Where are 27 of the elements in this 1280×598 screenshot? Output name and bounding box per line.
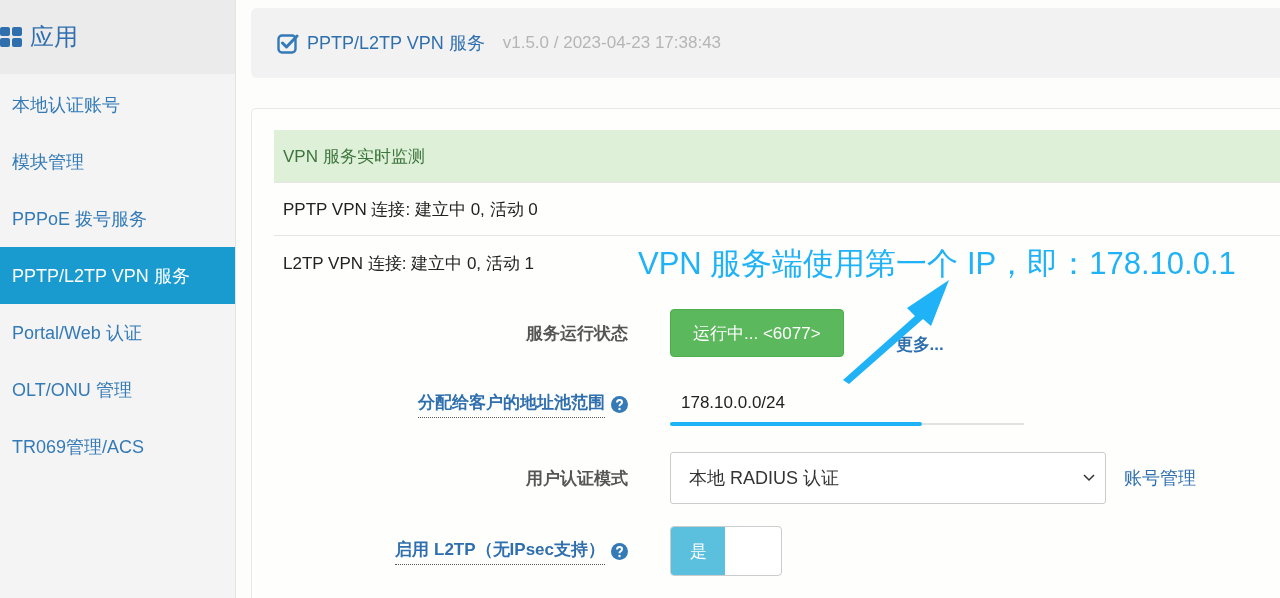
chevron-down-icon xyxy=(1083,474,1095,482)
account-link[interactable]: 账号管理 xyxy=(1124,466,1196,490)
sidebar-item[interactable]: PPTP/L2TP VPN 服务 xyxy=(0,247,235,304)
sidebar-item[interactable]: Portal/Web 认证 xyxy=(0,304,235,361)
monitor-heading: VPN 服务实时监测 xyxy=(274,130,1280,182)
more-link[interactable]: 更多... xyxy=(895,332,944,356)
monitor-row: PPTP VPN 连接: 建立中 0, 活动 0 xyxy=(274,182,1280,235)
help-label: 启用 L2TP（无IPsec支持） xyxy=(395,537,605,565)
sidebar-item[interactable]: PPPoE 拨号服务 xyxy=(0,190,235,247)
field-label: 用户认证模式 xyxy=(526,467,628,490)
input-field[interactable]: 178.10.0.0/24 xyxy=(670,383,1022,423)
version-text: v1.5.0 / 2023-04-23 17:38:43 xyxy=(502,33,722,53)
sidebar-item[interactable]: 模块管理 xyxy=(0,133,235,190)
sidebar-item[interactable]: TR069管理/ACS xyxy=(0,418,235,475)
help-label: 分配给客户的地址池范围 xyxy=(418,390,605,418)
help-icon[interactable] xyxy=(611,542,628,560)
grid-icon xyxy=(0,27,22,47)
sidebar-item[interactable]: 本地认证账号 xyxy=(0,76,235,133)
checkbox-icon xyxy=(277,32,299,54)
annotation-text: VPN 服务端使用第一个 IP，即：178.10.0.1 xyxy=(638,245,1236,283)
help-icon[interactable] xyxy=(611,395,628,413)
sidebar-title: 应用 xyxy=(30,22,78,52)
status-button[interactable]: 运行中... <6077> xyxy=(670,309,844,357)
sidebar-item[interactable]: OLT/ONU 管理 xyxy=(0,361,235,418)
select-field[interactable]: 本地 RADIUS 认证 xyxy=(670,452,1106,504)
page-title: PPTP/L2TP VPN 服务 xyxy=(307,32,485,55)
field-label: 服务运行状态 xyxy=(526,322,628,345)
